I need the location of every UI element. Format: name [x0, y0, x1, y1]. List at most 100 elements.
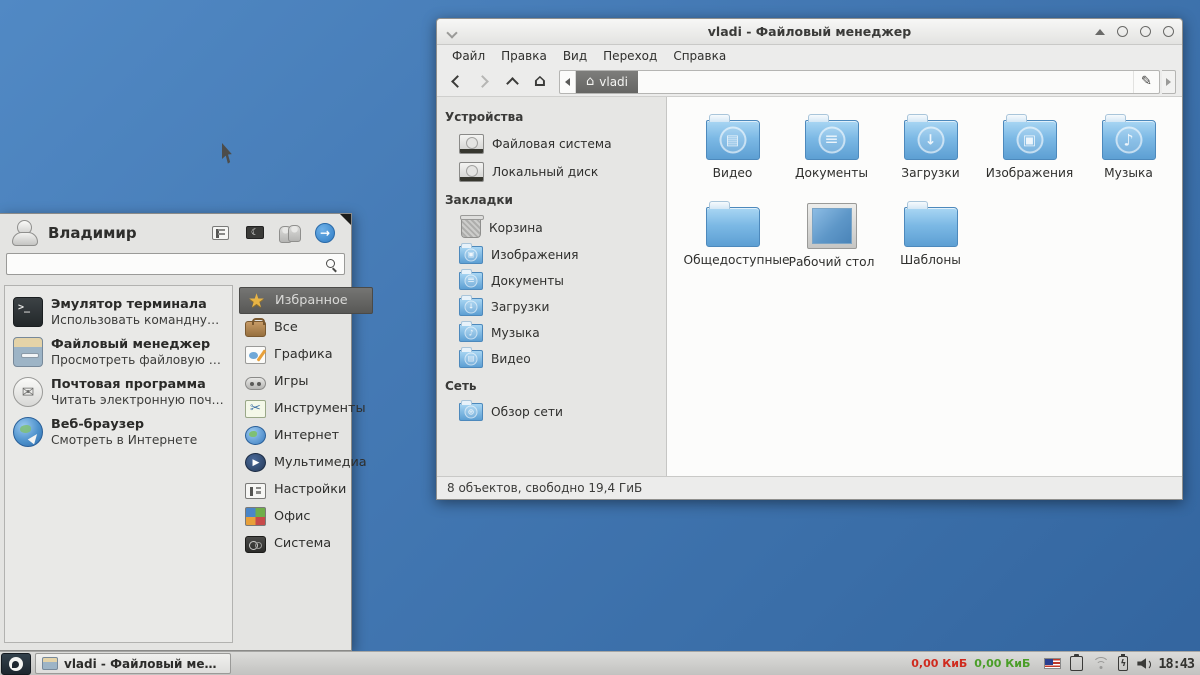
file-item-images[interactable]: Изображения	[980, 111, 1079, 196]
sidebar-item-music[interactable]: Музыка	[437, 320, 666, 346]
minimize-button[interactable]	[1117, 26, 1128, 37]
network-upload-speed: 0,00 КиБ	[974, 657, 1030, 670]
whisker-menu: Владимир Эмулятор терминала Использовать…	[0, 213, 352, 651]
search-input[interactable]	[13, 257, 325, 271]
back-button[interactable]	[443, 70, 469, 94]
category-multimedia[interactable]: Мультимедиа	[239, 449, 373, 476]
file-item-videos[interactable]: Видео	[683, 111, 782, 196]
category-office[interactable]: Офис	[239, 503, 373, 530]
logout-button[interactable]	[313, 222, 337, 244]
path-tab-home[interactable]: ⌂ vladi	[576, 71, 638, 93]
search-box[interactable]	[6, 253, 345, 275]
triangle-left-icon	[565, 78, 570, 86]
category-label: Графика	[274, 347, 333, 362]
battery-icon[interactable]	[1118, 656, 1128, 671]
app-subtitle: Смотреть в Интернете	[51, 433, 197, 447]
file-item-downloads[interactable]: Загрузки	[881, 111, 980, 196]
up-button[interactable]	[499, 70, 525, 94]
taskbar-window-button[interactable]: vladi - Файловый менед...	[35, 653, 231, 674]
clipboard-icon[interactable]	[1070, 656, 1083, 671]
path-bar[interactable]: ⌂ vladi ✎	[559, 70, 1160, 94]
category-internet[interactable]: Интернет	[239, 422, 373, 449]
category-label: Интернет	[274, 428, 339, 443]
sidebar-item-downloads[interactable]: Загрузки	[437, 294, 666, 320]
app-subtitle: Просмотреть файловую систему	[51, 353, 224, 367]
category-all[interactable]: Все	[239, 314, 373, 341]
settings-icon	[212, 226, 229, 240]
sidebar-item-localdisk[interactable]: Локальный диск	[437, 158, 666, 186]
clock[interactable]: 18:43	[1158, 656, 1194, 672]
menu-file[interactable]: Файл	[445, 47, 492, 65]
menu-help[interactable]: Справка	[666, 47, 733, 65]
sidebar-item-label: Файловая система	[492, 137, 612, 151]
multimedia-icon	[245, 453, 266, 472]
folder-downloads-icon	[459, 298, 483, 316]
sidebar-item-documents[interactable]: Документы	[437, 268, 666, 294]
harddisk-icon	[459, 134, 484, 154]
sidebar-item-images[interactable]: Изображения	[437, 242, 666, 268]
category-label: Избранное	[275, 293, 348, 308]
user-name: Владимир	[48, 224, 198, 242]
category-graphics[interactable]: Графика	[239, 341, 373, 368]
keyboard-layout-flag-icon[interactable]	[1044, 658, 1061, 669]
sidebar-item-label: Видео	[491, 352, 531, 366]
sidebar-item-videos[interactable]: Видео	[437, 346, 666, 372]
titlebar[interactable]: vladi - Файловый менеджер	[437, 19, 1182, 45]
home-icon: ⌂	[534, 73, 546, 90]
harddisk-icon	[459, 162, 484, 182]
file-item-music[interactable]: Музыка	[1079, 111, 1178, 196]
folder-network-icon	[459, 403, 483, 421]
app-item-file-manager[interactable]: Файловый менеджер Просмотреть файловую с…	[9, 332, 228, 372]
path-edit-button[interactable]: ✎	[1133, 71, 1159, 93]
favorites-app-list: Эмулятор терминала Использовать командну…	[4, 285, 233, 643]
app-item-web-browser[interactable]: Веб-браузер Смотреть в Интернете	[9, 412, 228, 452]
lock-screen-button[interactable]	[243, 222, 267, 244]
network-download-speed: 0,00 КиБ	[911, 657, 967, 670]
file-item-public[interactable]: Общедоступные	[683, 198, 782, 283]
app-item-terminal[interactable]: Эмулятор терминала Использовать командну…	[9, 292, 228, 332]
whisker-menu-button[interactable]	[1, 653, 31, 675]
sidebar-item-network-browse[interactable]: Обзор сети	[437, 399, 666, 425]
sidebar-item-label: Загрузки	[491, 300, 549, 314]
switch-user-button[interactable]	[278, 222, 302, 244]
category-favorites[interactable]: Избранное	[239, 287, 373, 314]
path-empty-area[interactable]	[638, 71, 1133, 93]
sidebar-item-trash[interactable]: Корзина	[437, 213, 666, 242]
file-label: Шаблоны	[900, 253, 961, 267]
maximize-button[interactable]	[1140, 26, 1151, 37]
triangle-right-icon	[1166, 78, 1171, 86]
speaker-icon[interactable]	[1137, 657, 1152, 670]
menu-edit[interactable]: Правка	[494, 47, 554, 65]
file-item-templates[interactable]: Шаблоны	[881, 198, 980, 283]
folder-music-icon	[459, 324, 483, 342]
path-scroll-left-button[interactable]	[560, 71, 576, 93]
close-button[interactable]	[1163, 26, 1174, 37]
sidebar: Устройства Файловая система Локальный ди…	[437, 97, 667, 476]
switch-user-icon	[279, 225, 301, 241]
xubuntu-logo-icon	[9, 657, 23, 671]
wifi-icon[interactable]	[1092, 657, 1109, 670]
pencil-icon: ✎	[1141, 74, 1152, 89]
home-button[interactable]: ⌂	[527, 70, 553, 94]
file-item-documents[interactable]: Документы	[782, 111, 881, 196]
category-settings[interactable]: Настройки	[239, 476, 373, 503]
path-scroll-right-button[interactable]	[1162, 70, 1176, 94]
file-item-desktop[interactable]: Рабочий стол	[782, 198, 881, 283]
toolbar: ⌂ ⌂ vladi ✎	[437, 67, 1182, 97]
menu-view[interactable]: Вид	[556, 47, 594, 65]
forward-button[interactable]	[471, 70, 497, 94]
sidebar-section-bookmarks: Закладки	[437, 186, 666, 213]
category-games[interactable]: Игры	[239, 368, 373, 395]
shade-button-icon[interactable]	[1095, 29, 1105, 35]
menu-resize-grip[interactable]	[340, 214, 351, 225]
file-label: Общедоступные	[684, 253, 782, 267]
category-accessories[interactable]: Инструменты	[239, 395, 373, 422]
category-label: Настройки	[274, 482, 346, 497]
category-system[interactable]: Система	[239, 530, 373, 557]
settings-button[interactable]	[208, 222, 232, 244]
terminal-icon	[13, 297, 43, 327]
app-item-mail[interactable]: Почтовая программа Читать электронную по…	[9, 372, 228, 412]
sidebar-item-filesystem[interactable]: Файловая система	[437, 130, 666, 158]
menu-go[interactable]: Переход	[596, 47, 664, 65]
file-view[interactable]: Видео Документы Загрузки Изображения Муз…	[667, 97, 1182, 476]
